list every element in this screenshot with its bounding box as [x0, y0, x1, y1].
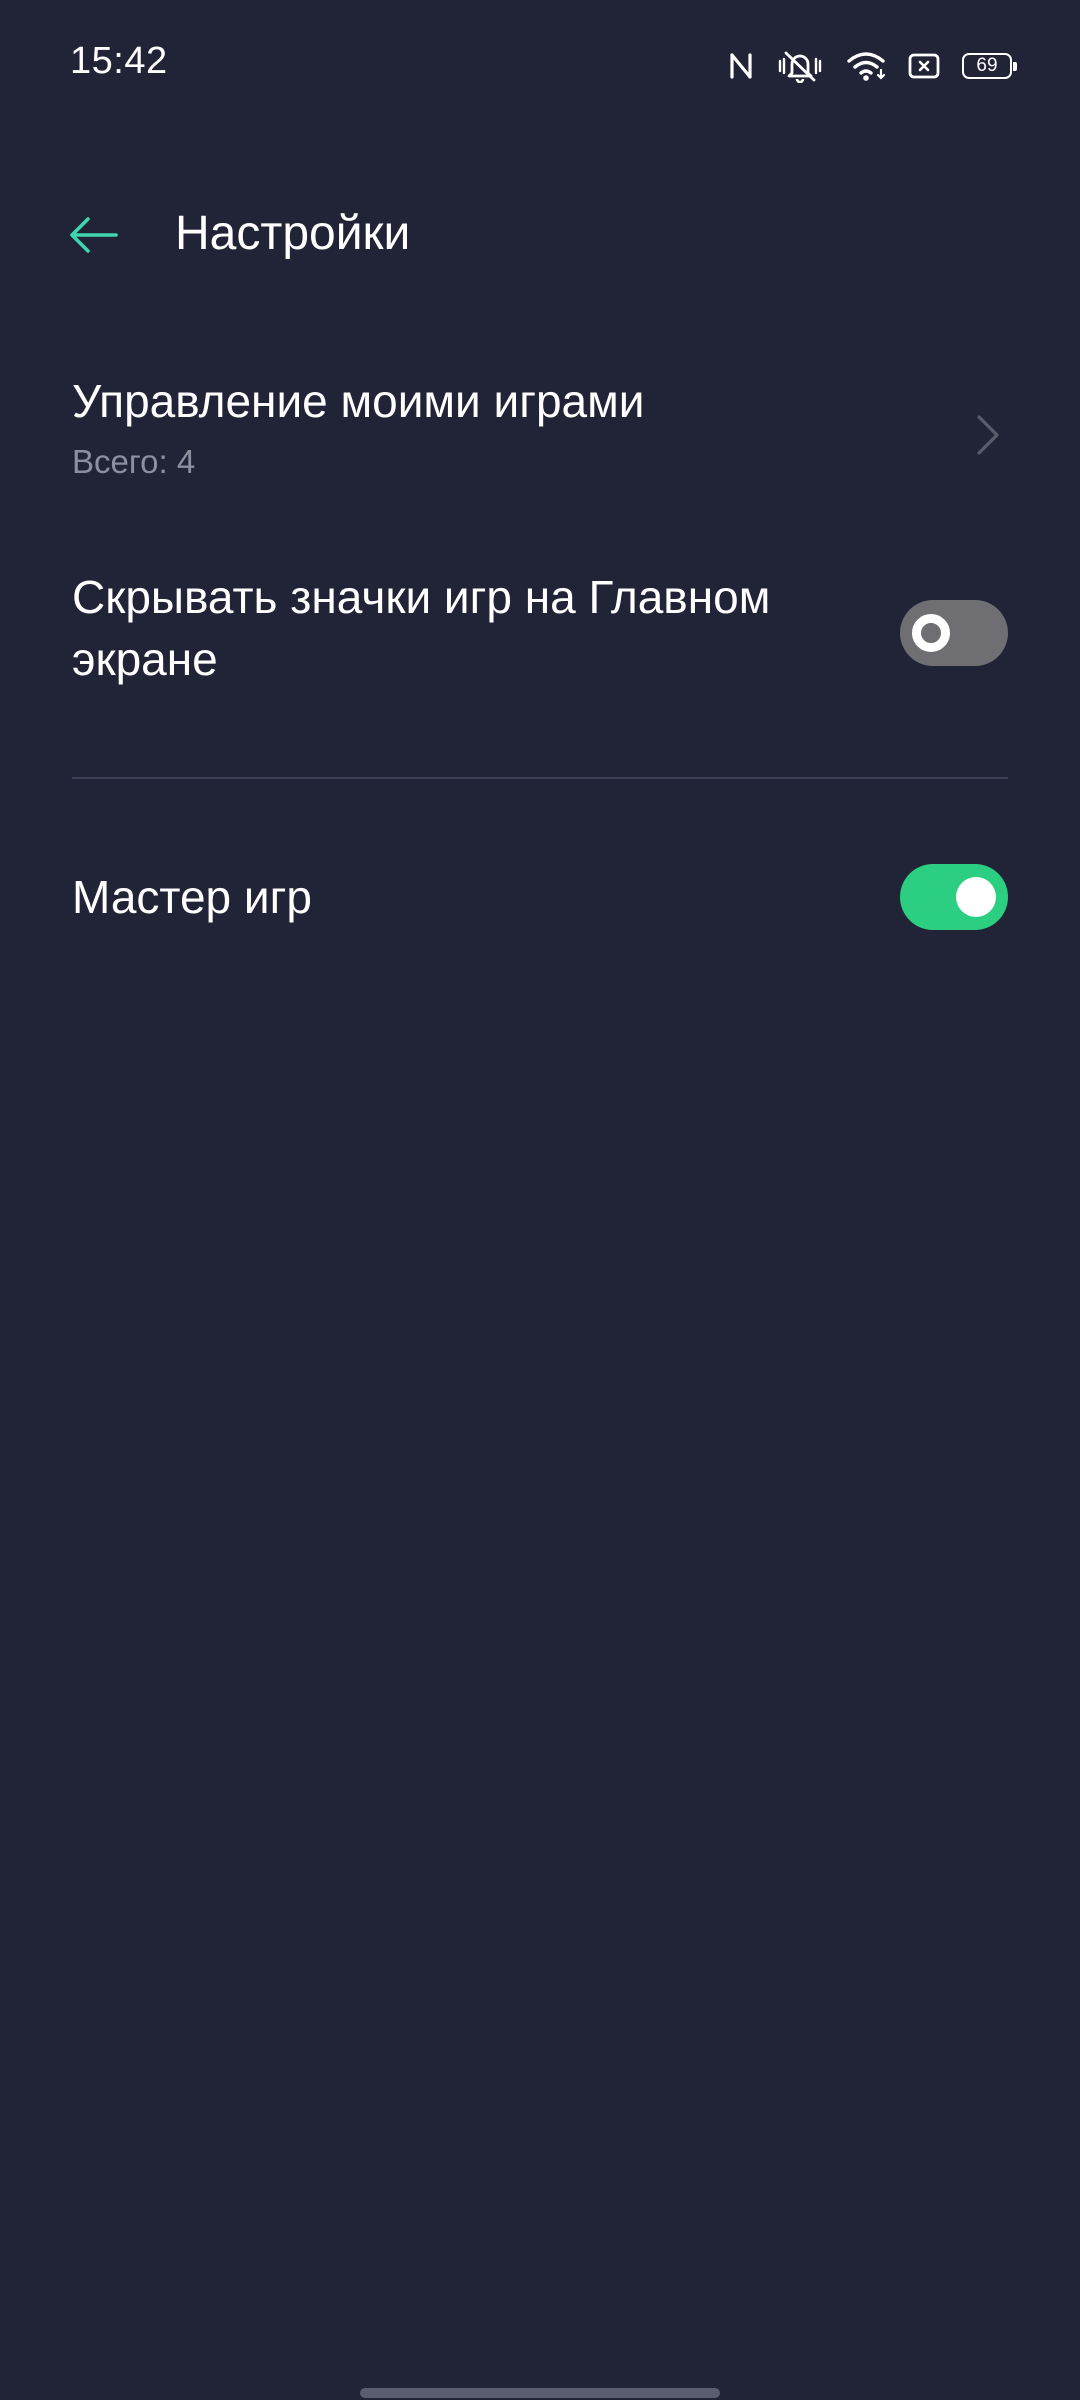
game-master-item: Мастер игр: [72, 864, 1008, 930]
app-header: Настройки: [0, 180, 1080, 290]
battery-icon: 69: [962, 53, 1017, 79]
manage-games-count: Всего: 4: [72, 443, 196, 480]
wifi-icon: [846, 50, 886, 82]
status-bar: 15:42 69: [0, 0, 1080, 130]
game-master-title: Мастер игр: [72, 871, 312, 923]
manage-games-title: Управление моими играми: [72, 375, 645, 427]
game-master-toggle[interactable]: [900, 864, 1008, 930]
page-title: Настройки: [175, 207, 411, 260]
nfc-icon: [728, 51, 754, 81]
toggle-knob: [956, 877, 996, 917]
hide-game-icons-title: Скрывать значки игр на Главном экране: [72, 571, 771, 685]
vibrate-mute-icon: [776, 49, 824, 83]
toggle-knob: [912, 614, 950, 652]
screen-record-icon: [908, 52, 940, 80]
hide-game-icons-item: Скрывать значки игр на Главном экране: [72, 566, 1008, 706]
status-time: 15:42: [70, 40, 168, 82]
status-icons: 69: [728, 46, 1017, 86]
home-indicator[interactable]: [360, 2388, 720, 2398]
arrow-left-icon: [70, 217, 118, 253]
hide-game-icons-toggle[interactable]: [900, 600, 1008, 666]
divider: [72, 777, 1008, 779]
manage-games-item[interactable]: Управление моими играми Всего: 4: [72, 370, 1008, 510]
back-button[interactable]: [58, 200, 128, 270]
battery-level: 69: [976, 55, 998, 76]
chevron-right-icon: [968, 410, 1008, 460]
